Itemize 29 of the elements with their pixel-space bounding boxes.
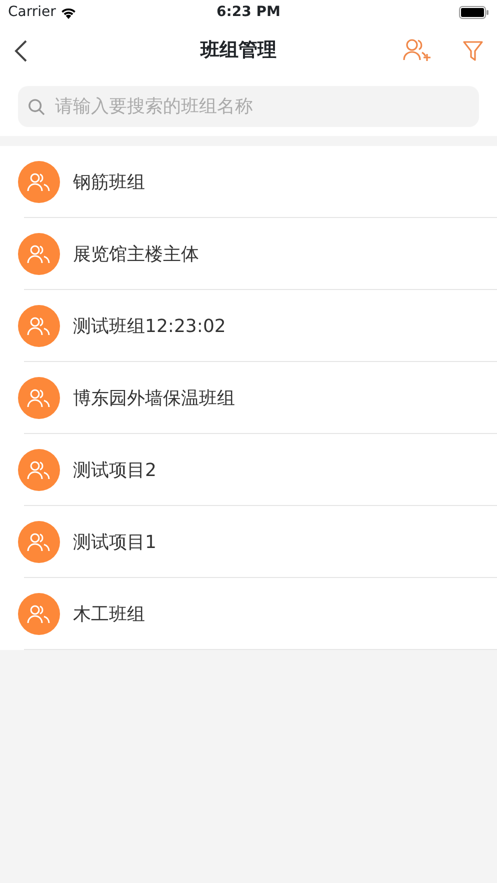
team-list-item[interactable]: 测试项目1 bbox=[0, 506, 497, 578]
team-list-item[interactable]: 木工班组 bbox=[0, 578, 497, 650]
team-avatar-icon bbox=[18, 593, 60, 635]
back-icon[interactable] bbox=[14, 40, 28, 62]
team-avatar-icon bbox=[18, 377, 60, 419]
team-name: 木工班组 bbox=[73, 602, 145, 626]
search-icon bbox=[28, 98, 45, 116]
team-name: 测试班组12:23:02 bbox=[73, 314, 226, 338]
team-list-item[interactable]: 展览馆主楼主体 bbox=[0, 218, 497, 290]
clock-time: 6:23 PM bbox=[216, 3, 280, 22]
team-name: 钢筋班组 bbox=[73, 170, 145, 194]
team-name: 测试项目1 bbox=[73, 530, 156, 554]
nav-title: 班组管理 bbox=[200, 38, 276, 63]
team-avatar-icon bbox=[18, 233, 60, 275]
team-list-item[interactable]: 测试班组12:23:02 bbox=[0, 290, 497, 362]
carrier-label: Carrier bbox=[8, 3, 56, 22]
team-name: 博东园外墙保温班组 bbox=[73, 386, 235, 410]
team-avatar-icon bbox=[18, 305, 60, 347]
team-list-item[interactable]: 测试项目2 bbox=[0, 434, 497, 506]
wifi-icon bbox=[60, 6, 77, 18]
team-name: 测试项目2 bbox=[73, 458, 156, 482]
team-list-item[interactable]: 博东园外墙保温班组 bbox=[0, 362, 497, 434]
team-name: 展览馆主楼主体 bbox=[73, 242, 199, 266]
search-field[interactable]: 请输入要搜索的班组名称 bbox=[18, 86, 479, 127]
team-avatar-icon bbox=[18, 449, 60, 491]
team-avatar-icon bbox=[18, 521, 60, 563]
team-list-item[interactable]: 钢筋班组 bbox=[0, 146, 497, 218]
battery-icon bbox=[458, 6, 489, 19]
team-avatar-icon bbox=[18, 161, 60, 203]
